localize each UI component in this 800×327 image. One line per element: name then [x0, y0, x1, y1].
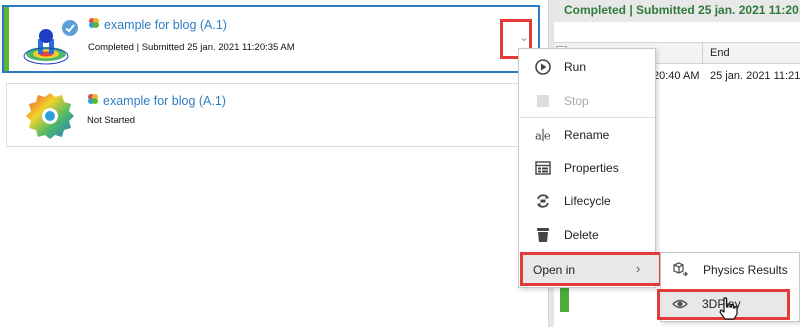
card-status: Completed | Submitted 25 jan. 2021 11:20… [88, 42, 295, 53]
column-separator[interactable] [702, 42, 703, 64]
cell-end: 25 jan. 2021 11:21: [710, 70, 800, 82]
stop-icon [535, 93, 551, 109]
menu-item-open-in[interactable]: Open in › [520, 252, 662, 286]
card-status: Not Started [87, 115, 136, 126]
menu-item-run[interactable]: Run [519, 52, 655, 82]
card-title[interactable]: example for blog (A.1) [103, 94, 226, 108]
cell-start: 20:40 AM [653, 70, 700, 82]
details-header: Completed | Submitted 25 jan. 2021 11:20… [554, 0, 800, 22]
card-title-row: example for blog (A.1) [88, 17, 227, 32]
card-title[interactable]: example for blog (A.1) [104, 18, 227, 32]
svg-text:a: a [535, 128, 542, 142]
eye-icon [672, 297, 688, 311]
chevron-down-icon[interactable]: ⌄ [519, 30, 529, 44]
trash-icon [535, 227, 551, 243]
menu-item-properties[interactable]: Properties [519, 153, 655, 183]
physics-results-icon [671, 261, 689, 279]
menu-item-rename[interactable]: ae Rename [519, 120, 655, 150]
svg-text:e: e [544, 128, 551, 142]
simulation-card-selected[interactable]: example for blog (A.1) Completed | Submi… [2, 5, 540, 73]
menu-item-lifecycle[interactable]: Lifecycle [519, 186, 655, 216]
app-logo-icon [88, 17, 100, 32]
menu-item-delete[interactable]: Delete [519, 220, 655, 250]
properties-icon [535, 160, 551, 176]
menu-separator [519, 117, 655, 118]
app-logo-icon [87, 93, 99, 108]
lifecycle-icon [535, 193, 551, 209]
hand-cursor-icon [718, 297, 738, 321]
status-bar [4, 7, 9, 71]
colored-gear-icon [21, 89, 79, 141]
card-title-row: example for blog (A.1) [87, 93, 226, 108]
simulation-card[interactable]: example for blog (A.1) Not Started [6, 83, 540, 147]
menu-item-stop[interactable]: Stop [519, 86, 655, 116]
column-header-end[interactable]: End [710, 47, 730, 59]
play-icon [535, 59, 551, 75]
submenu-item-physics-results[interactable]: Physics Results [661, 253, 799, 287]
rename-icon: ae [535, 127, 551, 143]
check-badge-icon [60, 18, 80, 38]
details-status: Completed | Submitted 25 jan. 2021 11:20… [564, 3, 800, 17]
chevron-right-icon: › [636, 261, 641, 276]
